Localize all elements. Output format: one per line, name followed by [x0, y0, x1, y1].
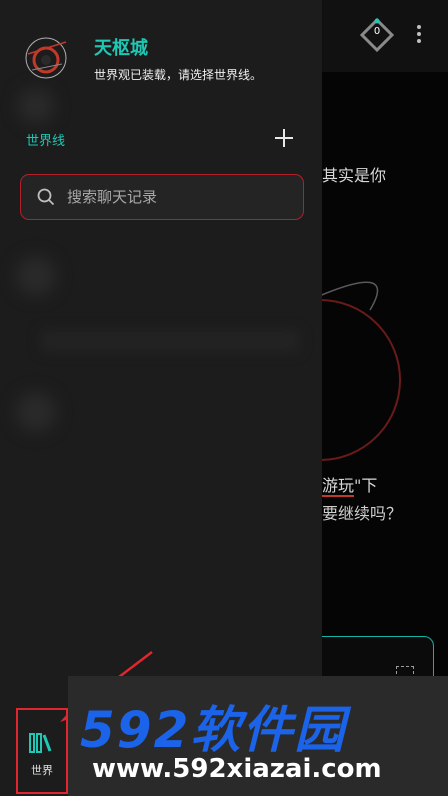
- world-subtitle: 世界观已装载，请选择世界线。: [94, 68, 263, 82]
- story-underlined-word: 游玩: [322, 476, 355, 497]
- blurred-avatar: [18, 88, 54, 124]
- search-icon: [37, 188, 55, 206]
- currency-badge[interactable]: 0: [359, 17, 395, 53]
- story-text-line: 要继续吗？: [322, 504, 403, 523]
- site-watermark: 592软件园 www.592xiazai.com: [68, 676, 448, 796]
- story-text-line: 游玩"下: [322, 476, 378, 497]
- world-title: 天枢城: [94, 38, 148, 59]
- more-icon[interactable]: [412, 22, 426, 50]
- watermark-logo: 592软件园: [80, 701, 347, 759]
- watermark-url: www.592xiazai.com: [92, 754, 382, 784]
- add-worldline-button[interactable]: [272, 126, 296, 150]
- blurred-avatar: [16, 392, 56, 432]
- blurred-list-item: [40, 330, 300, 352]
- nav-world-tab[interactable]: 世界: [16, 708, 68, 794]
- search-input[interactable]: [67, 183, 287, 211]
- nav-world-label: 世界: [31, 764, 53, 777]
- story-text-line: 其实是你: [322, 166, 387, 185]
- blurred-avatar: [16, 256, 56, 296]
- section-label-worldline: 世界线: [26, 134, 66, 149]
- search-bar[interactable]: [20, 174, 304, 220]
- world-logo: [25, 37, 67, 79]
- badge-count: 0: [373, 26, 381, 37]
- books-icon: [29, 733, 52, 753]
